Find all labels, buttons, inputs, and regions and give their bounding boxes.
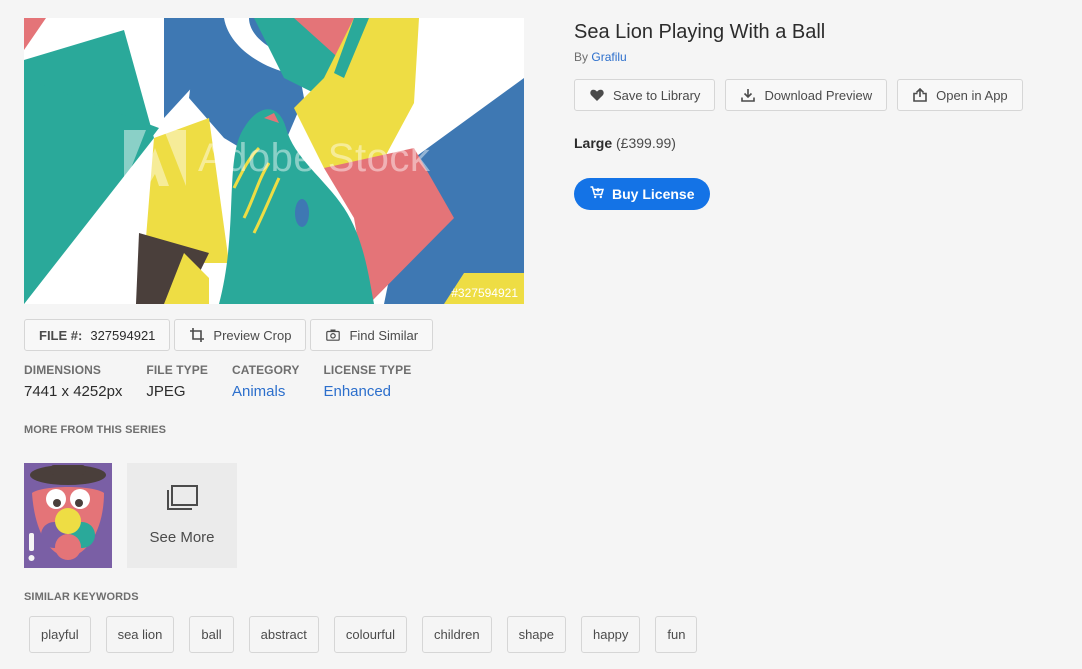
save-to-library-button[interactable]: Save to Library xyxy=(574,79,716,111)
buy-license-label: Buy License xyxy=(612,186,695,202)
download-preview-label: Download Preview xyxy=(764,87,873,103)
file-number-label: FILE #: xyxy=(39,327,83,343)
heart-icon xyxy=(589,87,605,103)
license-type-link[interactable]: Enhanced xyxy=(323,383,411,400)
series-heading: MORE FROM THIS SERIES xyxy=(24,424,167,436)
keyword-tag[interactable]: happy xyxy=(580,616,641,653)
file-number-button[interactable]: FILE #: 327594921 xyxy=(24,319,171,351)
keyword-tag[interactable]: colourful xyxy=(333,616,408,653)
cart-icon xyxy=(590,186,605,202)
category-link[interactable]: Animals xyxy=(232,383,299,400)
collection-icon xyxy=(165,485,199,517)
meta-heading: FILE TYPE xyxy=(146,363,208,377)
keywords-heading: SIMILAR KEYWORDS xyxy=(24,591,139,603)
preview-crop-label: Preview Crop xyxy=(213,327,292,343)
buy-license-button[interactable]: Buy License xyxy=(574,178,711,210)
camera-icon xyxy=(325,327,341,343)
find-similar-label: Find Similar xyxy=(349,327,419,343)
keyword-tag[interactable]: fun xyxy=(655,616,698,653)
keyword-list: playful sea lion ball abstract colourful… xyxy=(29,616,698,653)
meta-heading: LICENSE TYPE xyxy=(323,363,412,377)
meta-heading: DIMENSIONS xyxy=(24,363,102,377)
crop-icon xyxy=(189,327,205,343)
preview-crop-button[interactable]: Preview Crop xyxy=(174,319,307,351)
license-size: Large (£399.99) xyxy=(574,135,676,151)
series-thumbnail[interactable] xyxy=(24,463,112,568)
asset-header: Sea Lion Playing With a Ball By Grafilu xyxy=(574,21,825,64)
keyword-tag[interactable]: sea lion xyxy=(105,616,175,653)
meta-file-type: FILE TYPE JPEG xyxy=(146,363,208,400)
keyword-tag[interactable]: children xyxy=(422,616,492,653)
byline: By Grafilu xyxy=(574,50,825,64)
author-link[interactable]: Grafilu xyxy=(591,50,626,64)
illustration-art xyxy=(24,18,524,304)
meta-heading: CATEGORY xyxy=(232,363,300,377)
byline-prefix: By xyxy=(574,50,589,64)
open-in-app-label: Open in App xyxy=(936,87,1008,103)
keyword-tag[interactable]: ball xyxy=(189,616,234,653)
see-more-label: See More xyxy=(149,529,215,546)
license-price: (£399.99) xyxy=(616,135,676,151)
asset-actions: Save to Library Download Preview Open in… xyxy=(574,79,1023,111)
keyword-tag[interactable]: playful xyxy=(29,616,91,653)
meta-category: CATEGORY Animals xyxy=(232,363,299,400)
asset-title: Sea Lion Playing With a Ball xyxy=(574,21,826,43)
license-size-label: Large xyxy=(574,135,613,151)
save-to-library-label: Save to Library xyxy=(613,87,701,103)
file-id-overlay: #327594921 xyxy=(451,286,518,300)
meta-license-type: LICENSE TYPE Enhanced xyxy=(323,363,411,400)
see-more-button[interactable]: See More xyxy=(127,463,237,568)
file-number-value: 327594921 xyxy=(90,327,156,343)
series-row: See More xyxy=(24,463,237,568)
open-in-app-button[interactable]: Open in App xyxy=(897,79,1023,111)
download-icon xyxy=(740,87,756,103)
keyword-tag[interactable]: shape xyxy=(506,616,566,653)
find-similar-button[interactable]: Find Similar xyxy=(310,319,434,351)
meta-value: JPEG xyxy=(146,383,186,400)
share-icon xyxy=(912,87,928,103)
download-preview-button[interactable]: Download Preview xyxy=(725,79,888,111)
preview-image[interactable]: Adobe Stock #327594921 xyxy=(24,18,524,304)
asset-metadata: DIMENSIONS 7441 x 4252px FILE TYPE JPEG … xyxy=(24,363,411,400)
meta-value: 7441 x 4252px xyxy=(24,383,123,400)
meta-dimensions: DIMENSIONS 7441 x 4252px xyxy=(24,363,122,400)
keyword-tag[interactable]: abstract xyxy=(248,616,319,653)
file-action-row: FILE #: 327594921 Preview Crop Find Simi… xyxy=(24,319,434,351)
